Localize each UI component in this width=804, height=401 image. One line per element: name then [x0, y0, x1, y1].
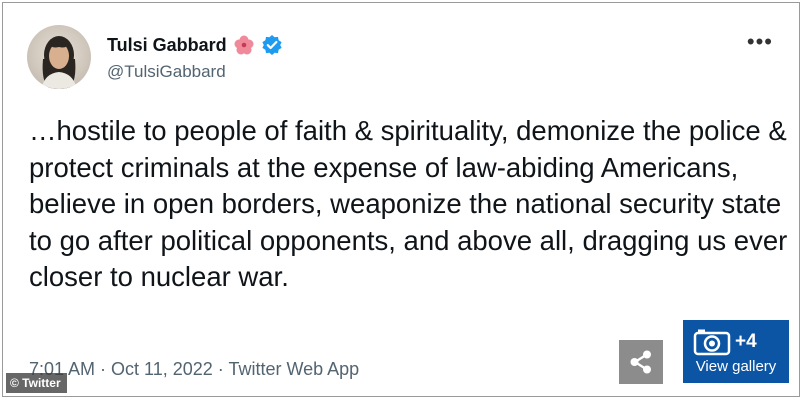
share-icon [630, 350, 651, 374]
avatar[interactable] [27, 25, 91, 89]
more-horizontal-icon[interactable]: ••• [747, 31, 773, 53]
gallery-count: +4 [735, 331, 757, 352]
tweet-card: Tulsi Gabbard @TulsiGabbard ••• …hostile [2, 2, 800, 397]
view-gallery-button[interactable]: +4 View gallery [683, 320, 789, 383]
hibiscus-flower-icon [233, 34, 255, 56]
author-handle[interactable]: @TulsiGabbard [107, 62, 226, 82]
image-credit: © Twitter [6, 373, 67, 393]
tweet-meta[interactable]: 7:01 AM · Oct 11, 2022 · Twitter Web App [29, 359, 359, 380]
gallery-top-row: +4 [693, 328, 757, 356]
gallery-label: View gallery [695, 358, 777, 375]
tweet-text: …hostile to people of faith & spirituali… [29, 115, 788, 292]
share-button[interactable] [619, 340, 663, 384]
author-name[interactable]: Tulsi Gabbard [107, 35, 227, 56]
author-name-row[interactable]: Tulsi Gabbard [107, 34, 283, 56]
verified-badge-icon [261, 34, 283, 56]
camera-icon [693, 329, 731, 356]
avatar-image [41, 36, 77, 89]
